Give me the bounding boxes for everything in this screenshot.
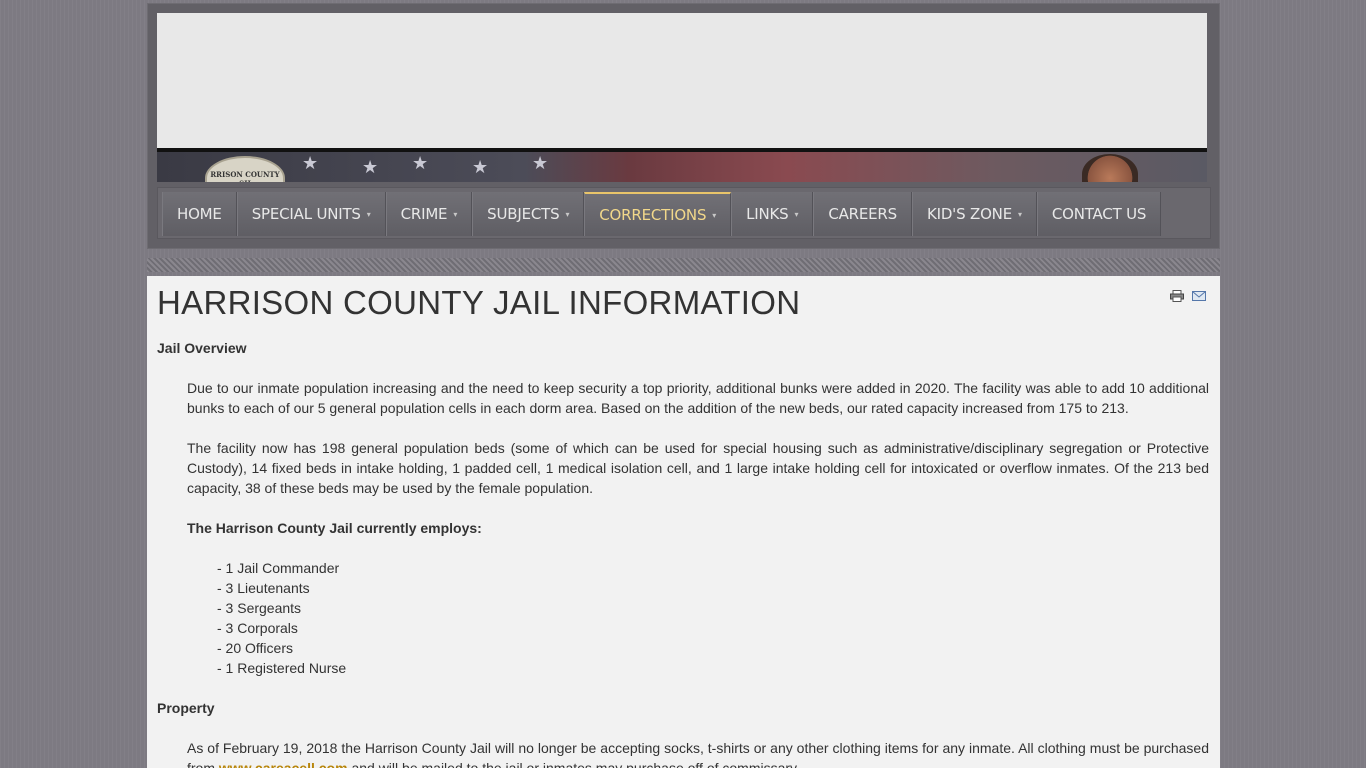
article-body: Jail Overview Due to our inmate populati… xyxy=(157,338,1209,768)
nav-item-label: LINKS xyxy=(746,205,789,223)
nav-item-label: CAREERS xyxy=(828,205,897,223)
staff-list-item: - 3 Corporals xyxy=(217,620,298,636)
nav-item-label: KID'S ZONE xyxy=(926,205,1012,223)
chevron-down-icon: ▾ xyxy=(794,209,799,219)
star-icon: ★ xyxy=(412,153,429,173)
nav-item-contact-us[interactable]: CONTACT US xyxy=(1036,192,1162,236)
print-icon[interactable] xyxy=(1170,290,1184,302)
staff-list-item: - 1 Registered Nurse xyxy=(217,660,347,676)
nav-list: HOME SPECIAL UNITS ▾ CRIME ▾ SUBJECTS ▾ CORRECT… xyxy=(162,192,1162,236)
nav-item-corrections[interactable]: CORRECTIONS ▾ xyxy=(584,192,732,236)
banner-flag-strip: ★ ★ ★ ★ ★ ★ RRISON COUNTY SH xyxy=(157,148,1207,182)
star-icon: ★ xyxy=(362,157,379,177)
star-icon: ★ xyxy=(302,153,319,173)
chevron-down-icon: ▾ xyxy=(712,210,717,220)
section-heading-property: Property xyxy=(157,700,215,716)
section-heading-overview: Jail Overview xyxy=(157,340,247,356)
nav-item-label: SUBJECTS xyxy=(487,205,560,223)
nav-item-subjects[interactable]: SUBJECTS ▾ xyxy=(472,192,585,236)
main-navigation: HOME SPECIAL UNITS ▾ CRIME ▾ SUBJECTS ▾ CORRECT… xyxy=(157,187,1211,239)
staff-heading: The Harrison County Jail currently emplo… xyxy=(187,520,482,536)
chevron-down-icon: ▾ xyxy=(453,209,458,219)
banner-image-area xyxy=(157,13,1207,148)
staff-list-item: - 20 Officers xyxy=(217,640,293,656)
chevron-down-icon: ▾ xyxy=(565,209,570,219)
sheriff-photo xyxy=(1082,154,1138,182)
chevron-down-icon: ▾ xyxy=(1017,209,1022,219)
nav-item-label: SPECIAL UNITS xyxy=(251,205,361,223)
staff-list-item: - 3 Sergeants xyxy=(217,600,302,616)
star-icon: ★ xyxy=(532,153,549,173)
nav-item-label: CONTACT US xyxy=(1051,205,1147,223)
property-paragraph: As of February 19, 2018 the Harrison Cou… xyxy=(157,738,1209,768)
star-icon: ★ xyxy=(472,157,489,177)
paragraph: Due to our inmate population increasing … xyxy=(187,380,1209,416)
page-title: HARRISON COUNTY JAIL INFORMATION xyxy=(157,284,801,321)
nav-item-special-units[interactable]: SPECIAL UNITS ▾ xyxy=(236,192,386,236)
nav-item-kid-s-zone[interactable]: KID'S ZONE ▾ xyxy=(911,192,1037,236)
main-content: HARRISON COUNTY JAIL INFORMATION Jail Ov… xyxy=(147,276,1220,768)
property-text: and will be mailed to the jail or inmate… xyxy=(347,760,800,768)
nav-item-label: CORRECTIONS xyxy=(599,206,707,224)
decorative-divider xyxy=(147,258,1220,272)
email-icon[interactable] xyxy=(1192,290,1206,302)
nav-item-label: CRIME xyxy=(400,205,448,223)
nav-item-careers[interactable]: CAREERS xyxy=(813,192,912,236)
paragraph: The facility now has 198 general populat… xyxy=(187,440,1209,496)
article-tools xyxy=(1170,290,1206,302)
nav-item-label: HOME xyxy=(177,205,222,223)
staff-list-item: - 3 Lieutenants xyxy=(217,580,310,596)
chevron-down-icon: ▾ xyxy=(366,209,371,219)
header: ★ ★ ★ ★ ★ ★ RRISON COUNTY SH HOME SPECIAL… xyxy=(147,3,1220,249)
staff-list-item: - 1 Jail Commander xyxy=(217,560,340,576)
nav-item-links[interactable]: LINKS ▾ xyxy=(731,192,814,236)
badge-text: RRISON COUNTY SH xyxy=(210,170,280,182)
staff-list: - 1 Jail Commander - 3 Lieutenants - 3 Ser… xyxy=(157,558,1209,678)
nav-item-crime[interactable]: CRIME ▾ xyxy=(385,192,473,236)
careacell-link[interactable]: www.careacell.com xyxy=(219,760,348,768)
nav-item-home[interactable]: HOME xyxy=(162,192,237,236)
